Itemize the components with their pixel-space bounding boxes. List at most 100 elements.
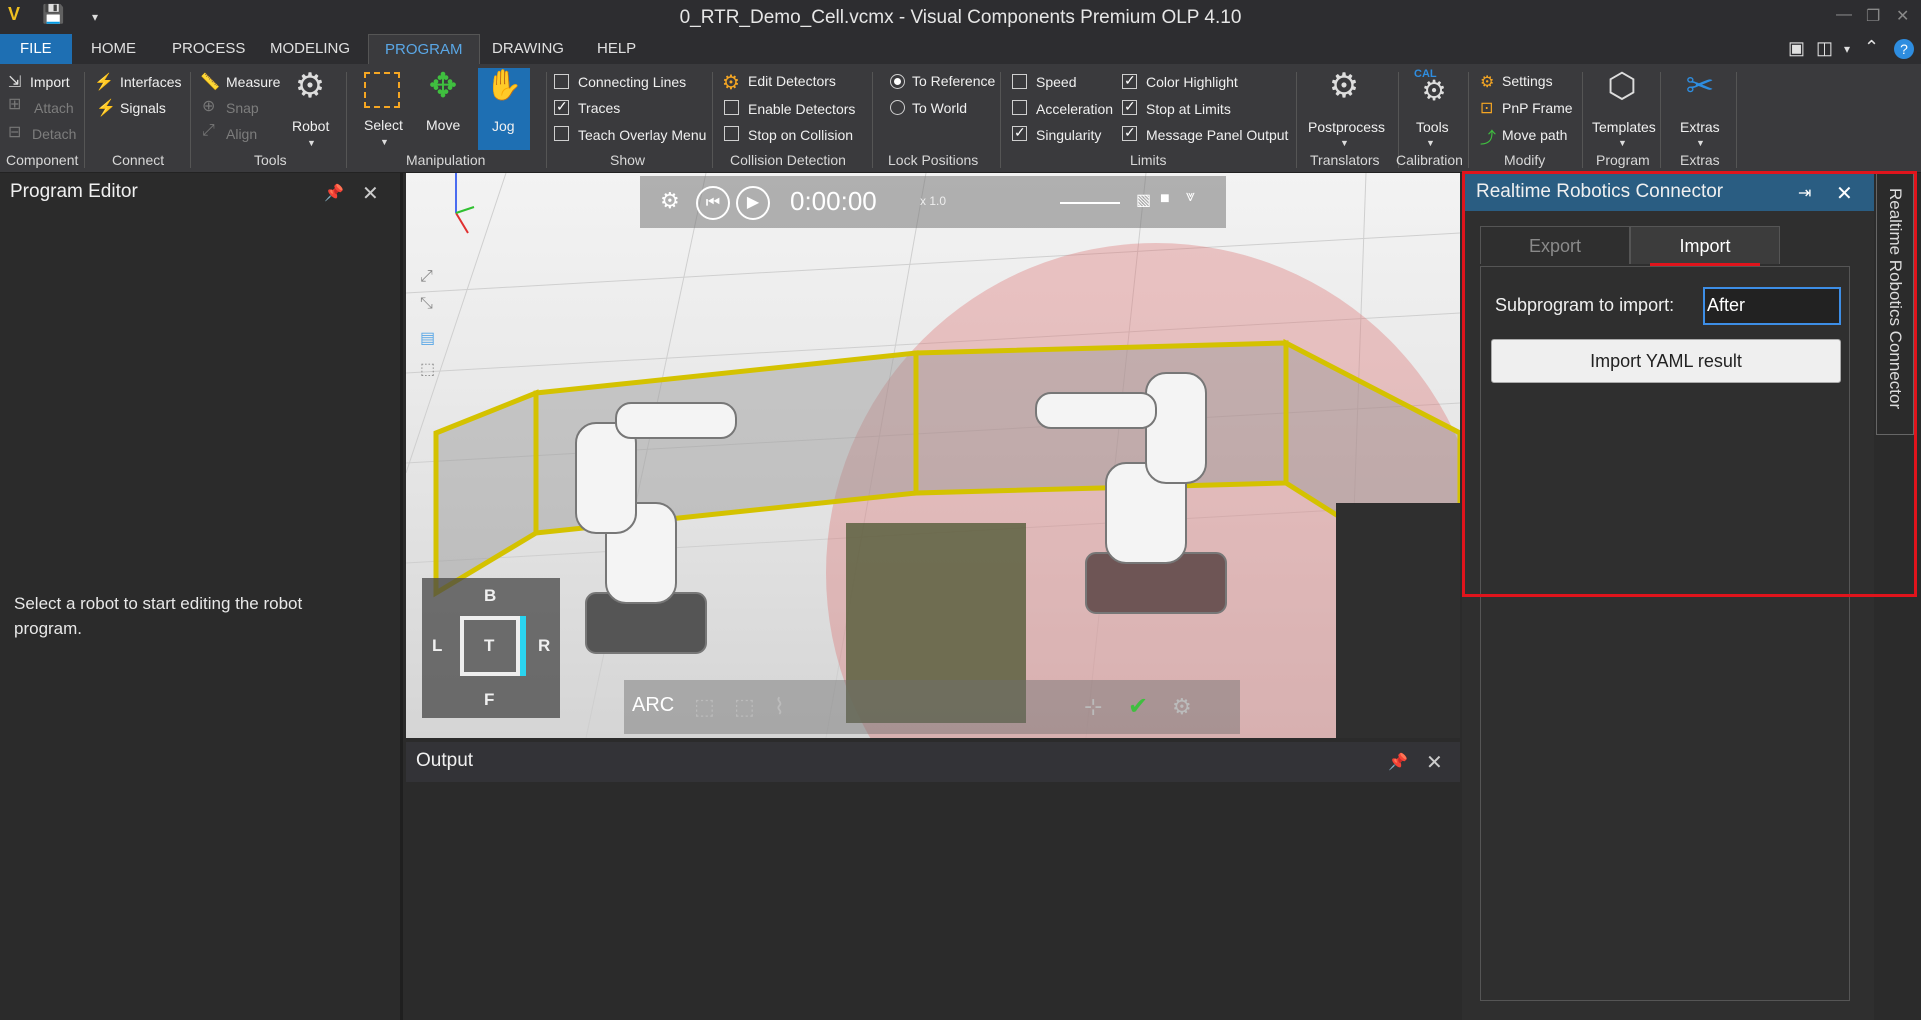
interfaces-button[interactable]: Interfaces — [120, 74, 181, 90]
panels-dropdown-icon[interactable]: ▾ — [1844, 42, 1850, 56]
pin-icon[interactable]: 📌 — [324, 183, 344, 203]
jog-button[interactable]: ✋ Jog — [478, 68, 530, 150]
teach-overlay-checkbox[interactable] — [554, 126, 569, 141]
templates-dropdown-icon[interactable]: ▼ — [1618, 138, 1627, 148]
connecting-lines-checkbox[interactable] — [554, 74, 569, 89]
robot-icon: ⚙ — [294, 67, 326, 105]
move-button[interactable]: Move — [426, 117, 460, 133]
postprocess-button[interactable]: Postprocess — [1308, 119, 1385, 135]
to-reference-radio[interactable] — [890, 74, 905, 89]
navcube-front[interactable]: F — [484, 690, 494, 710]
close-icon[interactable]: ✕ — [1426, 750, 1443, 775]
3d-viewport[interactable]: ⤢ ⤡ ▤ ⬚ — [406, 173, 1460, 738]
settings-gear-icon[interactable]: ⚙ — [660, 188, 680, 214]
select-button[interactable]: Select — [364, 117, 403, 133]
pnp-frame-button[interactable]: PnP Frame — [1502, 100, 1573, 116]
import-button[interactable]: Import — [30, 74, 70, 90]
layout-icon[interactable]: ▣ — [1788, 38, 1805, 59]
panels-icon[interactable]: ◫ — [1816, 38, 1833, 59]
settings-button[interactable]: Settings — [1502, 73, 1553, 89]
title-bar: V 💾 ▾ 0_RTR_Demo_Cell.vcmx - Visual Comp… — [0, 0, 1921, 34]
robot-dropdown-icon[interactable]: ▼ — [307, 138, 316, 148]
align-button[interactable]: Align — [226, 126, 257, 142]
move-icon: ✥ — [428, 67, 458, 105]
traces-checkbox[interactable] — [554, 98, 569, 115]
pin-icon[interactable]: 📌 — [1388, 752, 1408, 772]
path-tool-icon[interactable]: ⌇ — [774, 694, 785, 720]
calibration-tools-dropdown-icon[interactable]: ▼ — [1426, 138, 1435, 148]
stop-on-collision-checkbox[interactable] — [724, 126, 739, 141]
help-icon[interactable]: ? — [1894, 39, 1914, 59]
stop-at-limits-checkbox[interactable] — [1122, 98, 1137, 115]
rtr-connector-panel: Realtime Robotics Connector ⇥ ✕ Export I… — [1462, 173, 1874, 1020]
attach-button[interactable]: Attach — [34, 100, 74, 116]
speed-checkbox[interactable] — [1012, 74, 1027, 89]
snap-tool-icon[interactable]: ⬚ — [694, 694, 715, 720]
pin-icon[interactable]: ⇥ — [1798, 183, 1811, 203]
close-icon[interactable]: ✕ — [362, 181, 379, 206]
extras-button[interactable]: Extras — [1680, 119, 1720, 135]
templates-button[interactable]: Templates — [1592, 119, 1656, 135]
robot-tool-icon[interactable]: ⚙ — [1172, 694, 1192, 720]
extras-dropdown-icon[interactable]: ▼ — [1696, 138, 1705, 148]
navcube-top[interactable]: T — [484, 636, 494, 656]
grid-tool-icon[interactable]: ⊹ — [1084, 694, 1102, 720]
restore-icon[interactable]: ❐ — [1866, 6, 1880, 26]
singularity-label: Singularity — [1036, 127, 1102, 143]
minimize-icon[interactable]: — — [1836, 6, 1852, 24]
calibration-tools-button[interactable]: Tools — [1416, 119, 1449, 135]
detach-button[interactable]: Detach — [32, 126, 76, 142]
group-lock-label: Lock Positions — [888, 152, 979, 168]
projection-icon[interactable]: ⬚ — [420, 359, 435, 379]
menu-home[interactable]: HOME — [91, 40, 136, 57]
play-icon[interactable]: ▶ — [736, 186, 770, 220]
to-world-radio[interactable] — [890, 100, 905, 115]
collapse-ribbon-icon[interactable]: ⌃ — [1864, 37, 1879, 58]
postprocess-dropdown-icon[interactable]: ▼ — [1340, 138, 1349, 148]
close-icon[interactable]: ✕ — [1836, 181, 1853, 206]
menu-program[interactable]: PROGRAM — [368, 34, 480, 65]
fit-view-icon[interactable]: ⤢ — [420, 268, 433, 286]
measure-button[interactable]: Measure — [226, 74, 280, 90]
color-highlight-label: Color Highlight — [1146, 74, 1238, 90]
robot-button[interactable]: Robot — [292, 118, 329, 134]
view-mode-icon[interactable]: ▤ — [420, 328, 435, 348]
menu-process[interactable]: PROCESS — [172, 40, 245, 57]
virtual-reality-icon[interactable]: ⩔ — [1186, 188, 1195, 206]
navcube-left[interactable]: L — [432, 636, 442, 656]
record-video-icon[interactable]: ■ — [1160, 190, 1170, 208]
navcube-back[interactable]: B — [484, 586, 496, 606]
fit-selection-icon[interactable]: ⤡ — [420, 295, 433, 313]
menu-modeling[interactable]: MODELING — [270, 40, 350, 57]
move-path-button[interactable]: Move path — [1502, 127, 1567, 143]
menu-help[interactable]: HELP — [597, 40, 636, 57]
menu-drawing[interactable]: DRAWING — [492, 40, 564, 57]
rtr-title: Realtime Robotics Connector — [1476, 181, 1724, 202]
tab-export[interactable]: Export — [1480, 226, 1630, 264]
acceleration-checkbox[interactable] — [1012, 100, 1027, 115]
menu-file[interactable]: FILE — [0, 34, 72, 64]
accept-icon[interactable]: ✔ — [1128, 692, 1148, 721]
select-dropdown-icon[interactable]: ▼ — [380, 137, 389, 147]
arc-mode[interactable]: ARC — [632, 694, 674, 717]
speed-slider[interactable] — [1060, 202, 1120, 204]
color-highlight-checkbox[interactable] — [1122, 72, 1137, 89]
enable-detectors-checkbox[interactable] — [724, 100, 739, 115]
program-editor-title: Program Editor — [10, 181, 138, 202]
navigation-cube[interactable]: B L T R F — [422, 578, 560, 718]
message-panel-output-checkbox[interactable] — [1122, 124, 1137, 141]
rtr-side-tab[interactable]: Realtime Robotics Connector — [1876, 173, 1914, 435]
import-yaml-button[interactable]: Import YAML result — [1491, 339, 1841, 383]
frame-tool-icon[interactable]: ⬚ — [734, 694, 755, 720]
tab-import[interactable]: Import — [1630, 226, 1780, 264]
signals-button[interactable]: Signals — [120, 100, 166, 116]
simulation-toolbar: ⚙ ⏮ ▶ 0:00:00 x 1.0 ▧ ■ ⩔ — [640, 176, 1226, 228]
navcube-right[interactable]: R — [538, 636, 550, 656]
singularity-checkbox[interactable] — [1012, 124, 1027, 141]
snap-button[interactable]: Snap — [226, 100, 259, 116]
close-window-icon[interactable]: ✕ — [1896, 6, 1909, 26]
subprogram-input[interactable]: After — [1703, 287, 1841, 325]
report-icon[interactable]: ▧ — [1136, 190, 1151, 210]
edit-detectors-button[interactable]: Edit Detectors — [748, 73, 836, 89]
rewind-icon[interactable]: ⏮ — [696, 186, 730, 220]
